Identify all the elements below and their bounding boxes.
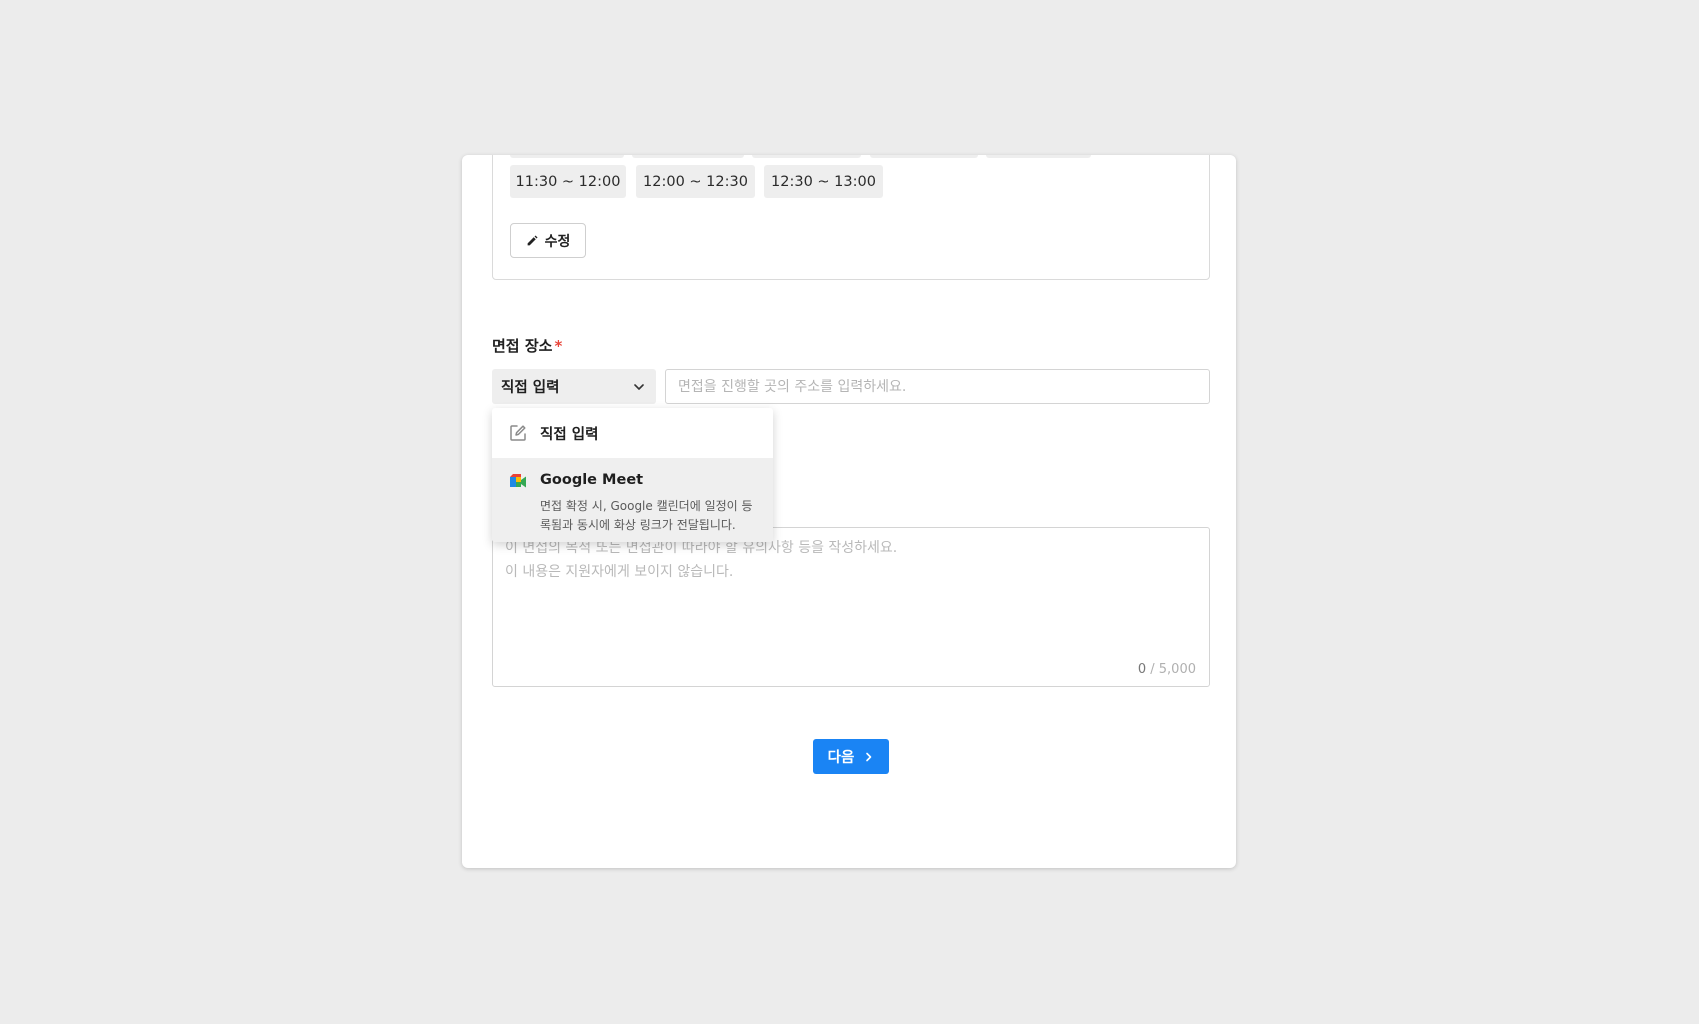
char-count-current: 0 [1137, 662, 1147, 677]
time-slot-chip-hidden[interactable] [510, 155, 624, 158]
menu-item-direct-input[interactable]: 직접 입력 [492, 408, 773, 458]
address-input[interactable] [665, 369, 1210, 404]
edit-slots-button[interactable]: 수정 [510, 223, 586, 258]
location-label: 면접 장소 * [492, 335, 562, 356]
menu-item-title: Google Meet [540, 472, 644, 488]
form-card: 11:30 ~ 12:00 12:00 ~ 12:30 12:30 ~ 13:0… [462, 155, 1236, 868]
time-slot-chip-hidden[interactable] [632, 155, 744, 158]
time-slot-chip[interactable]: 12:30 ~ 13:00 [764, 165, 883, 198]
time-slot-chip[interactable]: 12:00 ~ 12:30 [636, 165, 755, 198]
edit-slots-label: 수정 [544, 233, 571, 250]
next-button[interactable]: 다음 [813, 739, 889, 774]
location-type-value: 직접 입력 [501, 380, 560, 396]
memo-placeholder: 이 면접의 목적 또는 면접관이 따라야 할 유의사항 등을 작성하세요. 이 … [505, 536, 897, 584]
char-counter: 0 / 5,000 [1138, 662, 1196, 677]
memo-placeholder-line2: 이 내용은 지원자에게 보이지 않습니다. [505, 564, 734, 580]
char-count-max: / 5,000 [1146, 662, 1196, 677]
location-type-select[interactable]: 직접 입력 [492, 369, 656, 404]
google-meet-icon [510, 474, 526, 488]
next-button-label: 다음 [827, 750, 855, 766]
time-slot-chip-hidden[interactable] [870, 155, 978, 158]
time-slot-chip-hidden[interactable] [986, 155, 1091, 158]
menu-item-title: 직접 입력 [540, 427, 599, 443]
location-type-menu: 직접 입력 Google Meet 면접 확정 시, Google 캘린더에 일… [492, 408, 773, 542]
pencil-icon [527, 235, 538, 246]
edit-square-icon [510, 425, 526, 441]
chevron-right-icon [866, 752, 872, 761]
chevron-down-icon [634, 383, 644, 390]
time-slot-chip-hidden[interactable] [752, 155, 861, 158]
memo-textarea[interactable]: 이 면접의 목적 또는 면접관이 따라야 할 유의사항 등을 작성하세요. 이 … [492, 527, 1210, 687]
required-mark: * [554, 337, 563, 355]
menu-item-google-meet[interactable]: Google Meet 면접 확정 시, Google 캘린더에 일정이 등록됨… [492, 458, 773, 542]
time-slot-chip[interactable]: 11:30 ~ 12:00 [510, 165, 626, 198]
location-label-text: 면접 장소 [492, 337, 553, 355]
menu-item-description: 면접 확정 시, Google 캘린더에 일정이 등록됨과 동시에 화상 링크가… [540, 499, 753, 532]
time-slot-box: 11:30 ~ 12:00 12:00 ~ 12:30 12:30 ~ 13:0… [492, 155, 1210, 280]
